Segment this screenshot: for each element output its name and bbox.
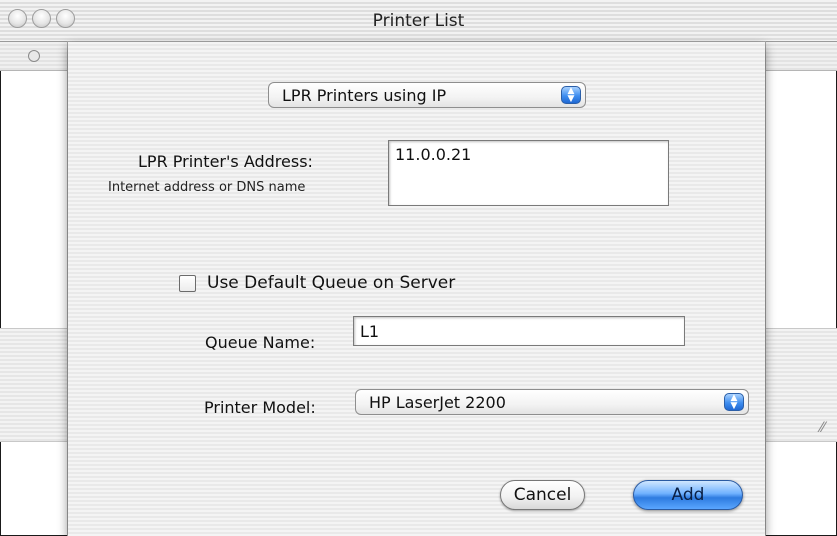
popup-arrows-icon: ▲ ▼ bbox=[561, 86, 581, 104]
title-bar[interactable]: Printer List bbox=[0, 0, 837, 42]
printer-model-popup[interactable]: HP LaserJet 2200 ▲ ▼ bbox=[355, 389, 749, 415]
printer-model-value: HP LaserJet 2200 bbox=[369, 393, 506, 412]
use-default-queue-checkbox[interactable] bbox=[179, 275, 196, 292]
connection-type-value: LPR Printers using IP bbox=[282, 86, 447, 105]
resize-grip-icon[interactable]: ⁄⁄ bbox=[820, 420, 836, 436]
address-hint: Internet address or DNS name bbox=[108, 180, 306, 195]
use-default-queue-label: Use Default Queue on Server bbox=[207, 273, 456, 293]
cancel-button[interactable]: Cancel bbox=[500, 480, 585, 510]
window-title: Printer List bbox=[372, 11, 465, 31]
address-label: LPR Printer's Address: bbox=[138, 152, 313, 171]
popup-arrows-icon: ▲ ▼ bbox=[724, 393, 744, 411]
connection-type-popup[interactable]: LPR Printers using IP ▲ ▼ bbox=[268, 82, 586, 108]
toolbar-toggle-icon[interactable] bbox=[28, 50, 40, 62]
queue-name-label: Queue Name: bbox=[205, 333, 316, 352]
printer-address-field[interactable]: 11.0.0.21 bbox=[388, 140, 669, 206]
printer-model-label: Printer Model: bbox=[204, 398, 316, 417]
add-printer-sheet: LPR Printers using IP ▲ ▼ LPR Printer's A… bbox=[68, 42, 765, 536]
add-button[interactable]: Add bbox=[633, 480, 743, 510]
queue-name-field[interactable] bbox=[353, 316, 685, 346]
